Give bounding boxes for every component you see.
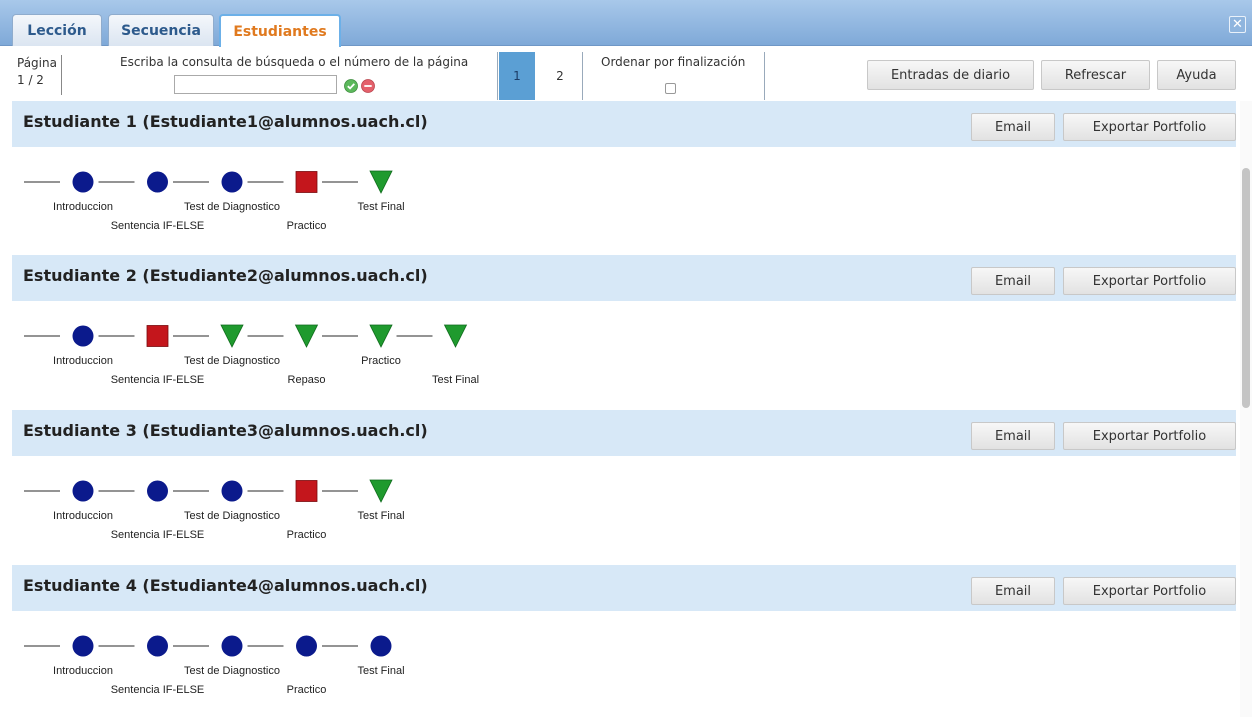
triangle-icon[interactable] [294,324,319,348]
square-icon[interactable] [295,480,318,502]
learning-path-graphic: Introduccion Sentencia IF-ELSE Test de Dia… [24,170,405,232]
search-input[interactable] [174,75,337,94]
search-label: Escriba la consulta de búsqueda o el núm… [120,55,469,69]
circle-icon[interactable] [72,171,94,193]
step-label: Introduccion [53,510,113,522]
step-label: Sentencia IF-ELSE [111,684,205,696]
student-header: Estudiante 1 (Estudiante1@alumnos.uach.c… [12,101,1236,147]
step-label: Test Final [357,510,404,522]
student-header: Estudiante 4 (Estudiante4@alumnos.uach.c… [12,565,1236,611]
circle-icon[interactable] [221,171,243,193]
cancel-icon[interactable] [361,79,375,93]
student-name: Estudiante 2 (Estudiante2@alumnos.uach.c… [23,266,428,285]
circle-icon[interactable] [147,480,168,502]
circle-icon[interactable] [72,635,94,657]
email-button[interactable]: Email [971,577,1055,605]
export-portfolio-button[interactable]: Exportar Portfolio [1063,577,1236,605]
step-label: Sentencia IF-ELSE [111,374,205,386]
learning-path-graphic: Introduccion Sentencia IF-ELSE Test de Dia… [24,324,479,386]
step-label: Introduccion [53,665,113,677]
step-label: Sentencia IF-ELSE [111,529,205,541]
divider [61,55,62,95]
triangle-icon[interactable] [369,324,393,348]
triangle-icon[interactable] [443,324,468,348]
order-checkbox[interactable] [665,83,676,94]
circle-icon[interactable] [147,171,168,193]
page-indicator-value: 1 / 2 [17,73,44,87]
circle-icon[interactable] [221,635,243,657]
close-icon[interactable]: ✕ [1229,16,1246,33]
email-button[interactable]: Email [971,113,1055,141]
tab-estudiantes[interactable]: Estudiantes [219,14,341,47]
square-icon[interactable] [295,171,318,193]
export-portfolio-button[interactable]: Exportar Portfolio [1063,422,1236,450]
triangle-icon[interactable] [369,170,393,194]
learning-path: Introduccion Sentencia IF-ELSE Test de Dia… [12,301,912,409]
learning-path: Introduccion Sentencia IF-ELSE Test de Dia… [12,147,912,255]
square-icon[interactable] [146,325,169,347]
divider [497,52,498,100]
learning-path-graphic: Introduccion Sentencia IF-ELSE Test de Dia… [24,635,405,696]
student-name: Estudiante 4 (Estudiante4@alumnos.uach.c… [23,576,428,595]
tab-secuencia[interactable]: Secuencia [108,14,214,46]
student-name: Estudiante 3 (Estudiante3@alumnos.uach.c… [23,421,428,440]
learning-path: Introduccion Sentencia IF-ELSE Test de Dia… [12,456,912,564]
learning-path: Introduccion Sentencia IF-ELSE Test de Dia… [12,611,912,717]
step-label: Introduccion [53,201,113,213]
step-label: Practico [287,220,327,232]
learning-path-graphic: Introduccion Sentencia IF-ELSE Test de Dia… [24,479,405,541]
export-portfolio-button[interactable]: Exportar Portfolio [1063,113,1236,141]
student-name: Estudiante 1 (Estudiante1@alumnos.uach.c… [23,112,428,131]
step-label: Test de Diagnostico [184,355,280,367]
page-indicator: Página 1 / 2 [17,55,62,95]
page-button-2[interactable]: 2 [542,52,578,100]
circle-icon[interactable] [221,480,243,502]
page-indicator-label: Página [17,56,57,70]
divider [582,52,583,100]
email-button[interactable]: Email [971,267,1055,295]
step-label: Test Final [357,665,404,677]
step-label: Practico [361,355,401,367]
triangle-icon[interactable] [220,324,244,348]
step-label: Practico [287,684,327,696]
circle-icon[interactable] [296,635,317,657]
student-header: Estudiante 2 (Estudiante2@alumnos.uach.c… [12,255,1236,301]
triangle-icon[interactable] [369,479,393,503]
step-label: Test Final [357,201,404,213]
step-label: Test de Diagnostico [184,510,280,522]
page-button-1[interactable]: 1 [499,52,535,100]
order-label: Ordenar por finalización [601,55,746,69]
step-label: Test de Diagnostico [184,201,280,213]
export-portfolio-button[interactable]: Exportar Portfolio [1063,267,1236,295]
scrollbar-thumb[interactable] [1242,168,1250,408]
step-label: Test Final [432,374,479,386]
toolbar: Página 1 / 2 Escriba la consulta de búsq… [0,47,1252,101]
refresh-button[interactable]: Refrescar [1041,60,1150,90]
email-button[interactable]: Email [971,422,1055,450]
step-label: Sentencia IF-ELSE [111,220,205,232]
window-titlebar: Lección Secuencia Estudiantes ✕ [0,0,1252,47]
circle-icon[interactable] [147,635,168,657]
circle-icon[interactable] [370,635,392,657]
circle-icon[interactable] [72,480,94,502]
diary-entries-button[interactable]: Entradas de diario [867,60,1034,90]
step-label: Practico [287,529,327,541]
help-button[interactable]: Ayuda [1157,60,1236,90]
step-label: Test de Diagnostico [184,665,280,677]
check-icon[interactable] [344,79,358,93]
divider [764,52,765,100]
step-label: Repaso [288,374,326,386]
circle-icon[interactable] [72,325,94,347]
tab-leccion[interactable]: Lección [12,14,102,46]
student-header: Estudiante 3 (Estudiante3@alumnos.uach.c… [12,410,1236,456]
step-label: Introduccion [53,355,113,367]
